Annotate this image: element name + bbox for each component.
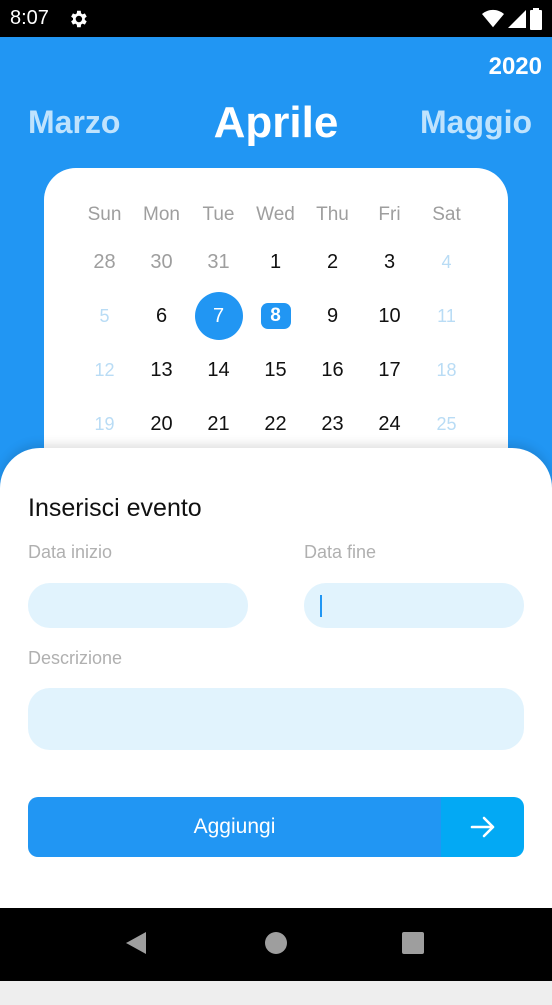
end-date-input[interactable] (304, 583, 524, 628)
calendar-day[interactable]: 6 (133, 296, 190, 336)
calendar-day[interactable]: 24 (361, 404, 418, 444)
wifi-icon (482, 9, 504, 27)
calendar-day[interactable]: 17 (361, 350, 418, 390)
calendar-day[interactable]: 11 (418, 296, 475, 336)
end-date-label: Data fine (304, 542, 377, 562)
calendar-day[interactable]: 21 (190, 404, 247, 444)
start-date-label: Data inizio (28, 542, 113, 562)
calendar-day[interactable]: 30 (133, 242, 190, 282)
battery-icon (530, 7, 542, 30)
add-event-sheet: Inserisci evento Data inizio Data fine D… (0, 448, 552, 908)
sheet-title: Inserisci evento (28, 494, 202, 522)
calendar-day[interactable]: 14 (190, 350, 247, 390)
weekday-label: Mon (143, 204, 180, 225)
calendar-week: 19 20 21 22 23 24 25 (44, 404, 508, 444)
calendar-day[interactable]: 16 (304, 350, 361, 390)
calendar-week: 28 30 31 1 2 3 4 (44, 242, 508, 282)
calendar-week: 12 13 14 15 16 17 18 (44, 350, 508, 390)
calendar-day[interactable]: 23 (304, 404, 361, 444)
calendar-day[interactable]: 2 (304, 242, 361, 282)
description-input[interactable] (28, 688, 524, 750)
selected-day-marker: 7 (194, 292, 243, 340)
weekday-label: Thu (316, 204, 349, 225)
status-icons (482, 7, 542, 30)
calendar-day-today[interactable]: 8 (247, 296, 304, 336)
calendar-day-selected[interactable]: 7 (190, 292, 247, 340)
add-button-label: Aggiungi (28, 797, 441, 857)
description-label: Descrizione (28, 648, 123, 668)
weekday-label: Fri (378, 204, 401, 225)
today-marker: 8 (260, 303, 291, 329)
calendar-day[interactable]: 25 (418, 404, 475, 444)
calendar-day[interactable]: 1 (247, 242, 304, 282)
calendar-day[interactable]: 4 (418, 242, 475, 282)
year-label: 2020 (488, 53, 542, 80)
arrow-right-icon (441, 797, 524, 857)
calendar-day[interactable]: 18 (418, 350, 475, 390)
calendar-grid: Sun Mon Tue Wed Thu Fri Sat 28 30 31 1 2… (44, 168, 508, 468)
calendar-day[interactable]: 22 (247, 404, 304, 444)
calendar-day[interactable]: 13 (133, 350, 190, 390)
weekday-header: Sun Mon Tue Wed Thu Fri Sat (44, 195, 508, 235)
calendar-day[interactable]: 28 (76, 242, 133, 282)
signal-icon (508, 9, 526, 28)
calendar-week: 5 6 7 8 9 10 11 (44, 292, 508, 340)
next-month-button[interactable]: Maggio (420, 104, 532, 141)
start-date-input[interactable] (28, 583, 248, 628)
back-icon[interactable] (124, 930, 150, 956)
calendar-day[interactable]: 12 (76, 350, 133, 390)
recents-icon[interactable] (401, 930, 425, 956)
weekday-label: Tue (202, 204, 235, 225)
calendar-day[interactable]: 5 (76, 296, 133, 336)
calendar-day[interactable]: 31 (190, 242, 247, 282)
calendar-day[interactable]: 3 (361, 242, 418, 282)
weekday-label: Wed (256, 204, 295, 225)
gear-icon (71, 10, 87, 27)
calendar-day[interactable]: 19 (76, 404, 133, 444)
text-cursor (320, 595, 322, 617)
calendar-day[interactable]: 20 (133, 404, 190, 444)
navigation-bar (0, 908, 552, 981)
calendar-day[interactable]: 10 (361, 296, 418, 336)
weekday-label: Sun (87, 204, 122, 225)
home-icon[interactable] (264, 930, 288, 956)
calendar-day[interactable]: 15 (247, 350, 304, 390)
weekday-label: Sat (432, 204, 461, 225)
status-bar: 8:07 (0, 0, 552, 37)
add-event-button[interactable]: Aggiungi (28, 797, 524, 857)
status-time: 8:07 (10, 7, 49, 29)
calendar-day[interactable]: 9 (304, 296, 361, 336)
